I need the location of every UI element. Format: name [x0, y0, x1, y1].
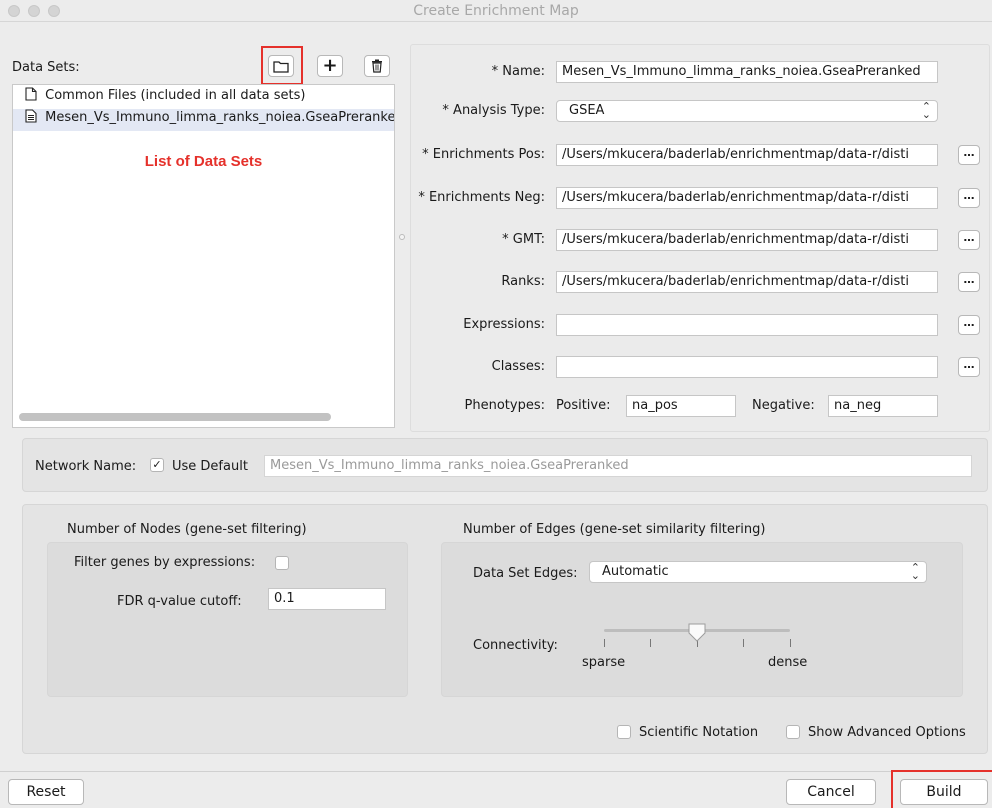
fdr-cutoff-field[interactable]: 0.1 — [268, 588, 386, 610]
browse-ranks-button[interactable]: … — [958, 272, 980, 292]
fdr-cutoff-label: FDR q-value cutoff: — [117, 594, 242, 609]
data-sets-list[interactable]: Common Files (included in all data sets)… — [12, 84, 395, 428]
scientific-notation-label: Scientific Notation — [639, 725, 759, 740]
slider-tick — [743, 639, 744, 647]
use-default-label: Use Default — [172, 459, 248, 474]
classes-label: Classes: — [491, 359, 545, 374]
data-set-edges-value: Automatic — [602, 564, 669, 579]
slider-tick — [650, 639, 651, 647]
split-divider-handle[interactable] — [399, 234, 405, 240]
select-arrows-icon: ⌃ ⌄ — [910, 561, 920, 582]
connectivity-label: Connectivity: — [473, 638, 558, 653]
file-icon — [25, 87, 37, 101]
enrichments-neg-field[interactable]: /Users/mkucera/baderlab/enrichmentmap/da… — [556, 187, 938, 209]
footer-divider — [0, 771, 992, 772]
list-of-data-sets-annotation: List of Data Sets — [144, 153, 263, 170]
filter-genes-label: Filter genes by expressions: — [74, 555, 256, 570]
trash-icon — [372, 59, 382, 73]
data-set-edges-label: Data Set Edges: — [473, 566, 578, 581]
positive-phenotype-field[interactable]: na_pos — [626, 395, 736, 417]
data-sets-label: Data Sets: — [12, 60, 80, 75]
phenotypes-label: Phenotypes: — [464, 398, 545, 413]
show-advanced-options-label: Show Advanced Options — [808, 725, 966, 740]
browse-classes-button[interactable]: … — [958, 357, 980, 377]
classes-field[interactable] — [556, 356, 938, 378]
browse-enrichments-neg-button[interactable]: … — [958, 188, 980, 208]
analysis-type-label: * Analysis Type: — [442, 103, 545, 118]
list-item-label: Common Files (included in all data sets) — [45, 88, 306, 103]
cancel-button[interactable]: Cancel — [786, 779, 876, 805]
network-name-label: Network Name: — [35, 459, 137, 474]
add-data-set-button[interactable]: + — [317, 55, 343, 77]
plus-icon: + — [322, 55, 338, 76]
browse-gmt-button[interactable]: … — [958, 230, 980, 250]
connectivity-slider-thumb[interactable] — [687, 623, 707, 643]
select-arrows-icon: ⌃ ⌄ — [921, 100, 931, 121]
use-default-checkbox[interactable]: ✓ — [150, 458, 164, 472]
document-icon — [25, 109, 37, 123]
build-button-highlight — [891, 770, 992, 808]
nodes-section-title: Number of Nodes (gene-set filtering) — [67, 522, 307, 537]
edges-section-title: Number of Edges (gene-set similarity fil… — [463, 522, 766, 537]
folder-button-highlight — [261, 46, 303, 85]
list-item-selected[interactable]: Mesen_Vs_Immuno_limma_ranks_noiea.GseaPr… — [13, 109, 394, 131]
analysis-type-value: GSEA — [569, 103, 605, 118]
browse-enrichments-pos-button[interactable]: … — [958, 145, 980, 165]
positive-label: Positive: — [556, 398, 611, 413]
ranks-field[interactable]: /Users/mkucera/baderlab/enrichmentmap/da… — [556, 271, 938, 293]
enrichments-pos-field[interactable]: /Users/mkucera/baderlab/enrichmentmap/da… — [556, 144, 938, 166]
slider-tick — [790, 639, 791, 647]
name-field[interactable]: Mesen_Vs_Immuno_limma_ranks_noiea.GseaPr… — [556, 61, 938, 83]
gmt-field[interactable]: /Users/mkucera/baderlab/enrichmentmap/da… — [556, 229, 938, 251]
slider-tick — [604, 639, 605, 647]
name-label: * Name: — [491, 64, 545, 79]
negative-label: Negative: — [752, 398, 815, 413]
reset-button[interactable]: Reset — [8, 779, 84, 805]
title-bar: Create Enrichment Map — [0, 0, 992, 22]
gmt-label: * GMT: — [502, 232, 545, 247]
show-advanced-options-checkbox[interactable] — [786, 725, 800, 739]
negative-phenotype-field[interactable]: na_neg — [828, 395, 938, 417]
sparse-label: sparse — [582, 655, 626, 670]
ranks-label: Ranks: — [501, 274, 545, 289]
data-set-edges-select[interactable]: Automatic ⌃ ⌄ — [589, 561, 927, 583]
dense-label: dense — [768, 655, 808, 670]
analysis-type-select[interactable]: GSEA ⌃ ⌄ — [556, 100, 938, 122]
list-item-label: Mesen_Vs_Immuno_limma_ranks_noiea.GseaPr… — [45, 110, 394, 125]
expressions-label: Expressions: — [463, 317, 545, 332]
browse-expressions-button[interactable]: … — [958, 315, 980, 335]
filter-genes-checkbox[interactable] — [275, 556, 289, 570]
expressions-field[interactable] — [556, 314, 938, 336]
window-title: Create Enrichment Map — [413, 3, 579, 19]
enrichments-pos-label: * Enrichments Pos: — [422, 147, 545, 162]
delete-data-set-button[interactable] — [364, 55, 390, 77]
horizontal-scrollbar[interactable] — [19, 413, 331, 421]
list-item[interactable]: Common Files (included in all data sets) — [13, 87, 394, 109]
enrichments-neg-label: * Enrichments Neg: — [418, 190, 545, 205]
scientific-notation-checkbox[interactable] — [617, 725, 631, 739]
network-name-field[interactable]: Mesen_Vs_Immuno_limma_ranks_noiea.GseaPr… — [264, 455, 972, 477]
